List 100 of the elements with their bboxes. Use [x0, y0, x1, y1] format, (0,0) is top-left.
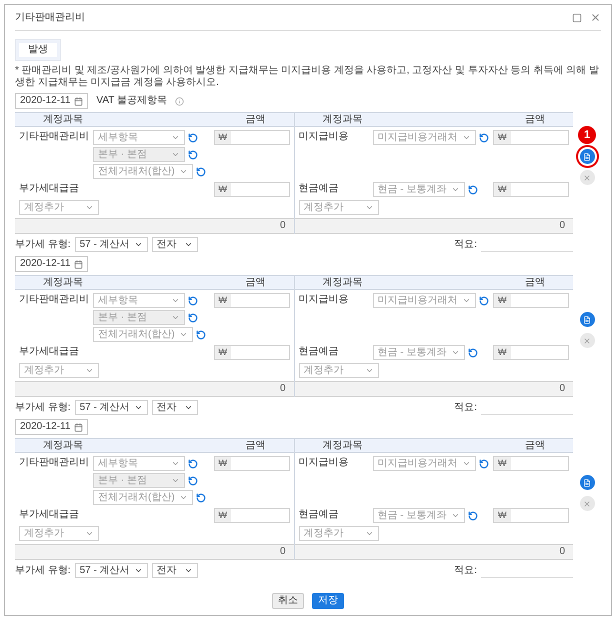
- dropdown[interactable]: 세부항목: [93, 130, 185, 145]
- column-header: 계정과목: [322, 278, 364, 288]
- total-value: 0: [280, 547, 286, 557]
- info-icon[interactable]: [174, 96, 184, 106]
- currency-label: ₩: [214, 509, 231, 522]
- calendar-icon: [74, 260, 84, 268]
- dropdown[interactable]: 전체거래처(합산): [93, 164, 193, 179]
- memo-label: 적요:: [454, 402, 477, 412]
- chevron-icon: [134, 566, 143, 575]
- reset-icon[interactable]: [468, 510, 478, 520]
- amount-field[interactable]: ₩: [214, 182, 290, 197]
- amount-field[interactable]: ₩: [214, 456, 290, 471]
- amount-field[interactable]: ₩: [214, 345, 290, 360]
- dropdown[interactable]: 미지급비용거래처: [372, 456, 476, 471]
- date-value: 2020-12-11: [20, 259, 70, 269]
- column-header: 금액: [244, 440, 266, 450]
- reset-icon[interactable]: [188, 312, 198, 322]
- reset-icon[interactable]: [188, 476, 198, 486]
- chevron-icon: [364, 529, 374, 538]
- chevron-icon: [462, 296, 470, 305]
- column-header: 계정과목: [322, 114, 364, 124]
- chevron-icon: [184, 403, 193, 412]
- dropdown[interactable]: 57 - 계산서: [74, 563, 148, 578]
- account-name: 부가세대급금: [19, 182, 80, 194]
- chevron-icon: [450, 348, 460, 357]
- amount-field[interactable]: ₩: [493, 508, 569, 523]
- reset-icon[interactable]: [196, 166, 206, 176]
- reset-icon[interactable]: [478, 132, 488, 142]
- document-icon: [583, 152, 591, 160]
- column-header: 금액: [524, 440, 546, 450]
- amount-field[interactable]: ₩: [214, 508, 290, 523]
- reset-icon[interactable]: [188, 150, 198, 160]
- reset-icon[interactable]: [196, 330, 206, 340]
- reset-icon[interactable]: [478, 296, 488, 306]
- reset-icon[interactable]: [468, 348, 478, 358]
- window-title: 기타판매관리비: [15, 12, 85, 22]
- date-field[interactable]: 2020-12-11: [15, 256, 88, 272]
- maximize-icon[interactable]: [572, 12, 582, 22]
- dropdown[interactable]: 현금 - 보통계좌: [372, 508, 464, 523]
- vat-label: VAT 불공제항목: [96, 96, 167, 106]
- dropdown[interactable]: 미지급비용거래처: [372, 293, 476, 308]
- currency-label: ₩: [214, 131, 231, 144]
- reset-icon[interactable]: [468, 184, 478, 194]
- account-name: 기타판매관리비: [19, 293, 90, 305]
- close-icon[interactable]: [590, 12, 601, 23]
- date-field[interactable]: 2020-12-11: [15, 419, 88, 435]
- action-button[interactable]: 취소: [272, 593, 304, 609]
- dropdown[interactable]: 전체거래처(합산): [93, 327, 193, 342]
- memo-label: 적요:: [454, 240, 477, 250]
- account-name: 부가세대급금: [19, 345, 80, 357]
- dropdown[interactable]: 계정추가: [298, 526, 378, 541]
- dropdown[interactable]: 전체거래처(합산): [93, 490, 193, 505]
- dropdown[interactable]: 전자: [152, 237, 198, 252]
- amount-field[interactable]: ₩: [493, 456, 569, 471]
- dropdown[interactable]: 57 - 계산서: [74, 237, 148, 252]
- reset-icon[interactable]: [188, 132, 198, 142]
- date-value: 2020-12-11: [20, 96, 70, 106]
- dropdown[interactable]: 세부항목: [93, 456, 185, 471]
- reset-icon[interactable]: [478, 458, 488, 468]
- tab[interactable]: 발생: [15, 39, 61, 61]
- reset-icon[interactable]: [188, 296, 198, 306]
- document-icon: [583, 478, 591, 486]
- reset-icon[interactable]: [188, 458, 198, 468]
- chevron-icon: [134, 240, 143, 249]
- chevron-icon: [85, 366, 94, 375]
- reset-icon[interactable]: [196, 492, 206, 502]
- dropdown[interactable]: 현금 - 보통계좌: [372, 182, 464, 197]
- amount-field[interactable]: ₩: [214, 293, 290, 308]
- dropdown[interactable]: 미지급비용거래처: [372, 130, 476, 145]
- dropdown[interactable]: 계정추가: [19, 526, 99, 541]
- dropdown[interactable]: 세부항목: [93, 293, 185, 308]
- currency-label: ₩: [214, 294, 231, 307]
- dropdown[interactable]: 현금 - 보통계좌: [372, 345, 464, 360]
- chevron-icon: [134, 403, 143, 412]
- amount-field[interactable]: ₩: [214, 130, 290, 145]
- dropdown[interactable]: 전자: [152, 563, 198, 578]
- column-header: 계정과목: [42, 440, 84, 450]
- currency-label: ₩: [214, 346, 231, 359]
- chevron-icon: [364, 366, 374, 375]
- copy-button[interactable]: [580, 312, 594, 327]
- total-value: 0: [559, 547, 565, 557]
- column-header: 금액: [244, 114, 266, 124]
- amount-field[interactable]: ₩: [493, 130, 569, 145]
- dropdown[interactable]: 계정추가: [298, 363, 378, 378]
- chevron-icon: [85, 529, 94, 538]
- date-field[interactable]: 2020-12-11: [15, 93, 88, 109]
- document-icon: [583, 316, 591, 324]
- copy-button[interactable]: [580, 475, 594, 490]
- amount-field[interactable]: ₩: [493, 293, 569, 308]
- action-button[interactable]: 저장: [312, 593, 344, 609]
- copy-button[interactable]: [580, 149, 594, 164]
- amount-field[interactable]: ₩: [493, 345, 569, 360]
- amount-field[interactable]: ₩: [493, 182, 569, 197]
- dropdown[interactable]: 계정추가: [19, 363, 99, 378]
- calendar-icon: [74, 96, 84, 106]
- dropdown[interactable]: 전자: [152, 400, 198, 415]
- dropdown[interactable]: 57 - 계산서: [74, 400, 148, 415]
- dropdown[interactable]: 계정추가: [298, 200, 378, 215]
- currency-label: ₩: [494, 509, 510, 522]
- dropdown[interactable]: 계정추가: [19, 200, 99, 215]
